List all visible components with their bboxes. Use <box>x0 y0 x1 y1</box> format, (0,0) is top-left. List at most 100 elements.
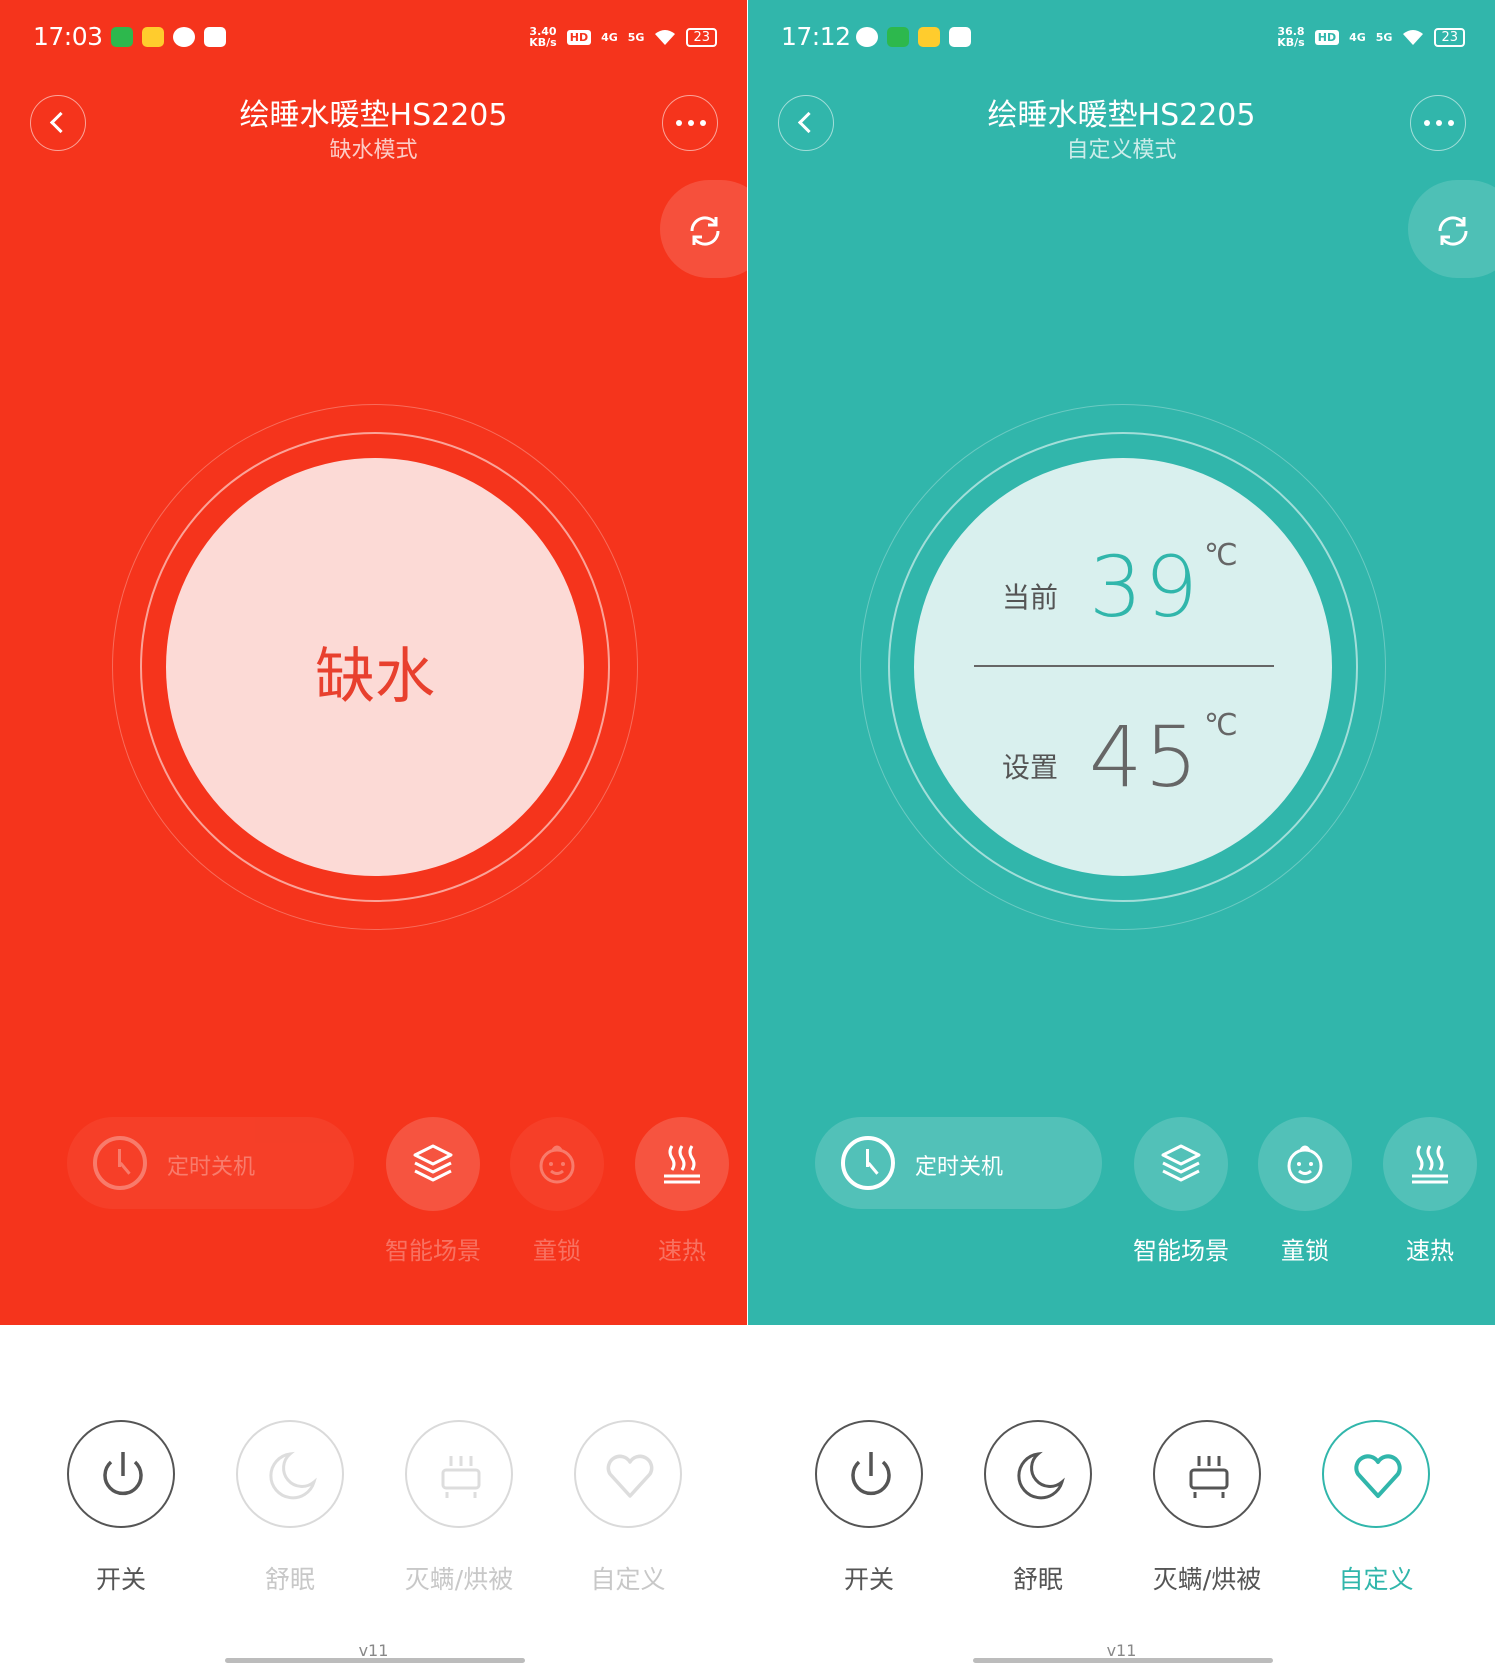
child-lock-label: 童锁 <box>533 1237 581 1265</box>
shield-icon <box>887 27 909 47</box>
timer-label: 定时关机 <box>915 1155 1004 1180</box>
signal-4g-icon: 4G <box>1349 30 1366 44</box>
wifi-icon <box>1403 30 1424 45</box>
set-label: 设置 <box>1002 751 1059 784</box>
smart-scene-button[interactable] <box>386 1117 480 1211</box>
network-speed: 3.40 KB/s <box>529 25 557 49</box>
home-indicator[interactable] <box>973 1658 1273 1663</box>
chat-icon <box>856 27 878 47</box>
mite-bake-mode-button[interactable] <box>1153 1420 1261 1528</box>
clock-icon <box>93 1136 147 1190</box>
signal-5g-icon: 5G <box>627 30 645 44</box>
mode-subtitle: 缺水模式 <box>329 138 418 163</box>
water-shortage-text: 缺水 <box>315 642 435 712</box>
battery-icon: 23 <box>686 27 717 47</box>
heart-icon <box>1354 1454 1402 1498</box>
quick-heat-button[interactable] <box>635 1117 729 1211</box>
sleep-mode-label: 舒眠 <box>264 1565 315 1594</box>
timer-label: 定时关机 <box>167 1155 256 1180</box>
hd-icon: HD <box>1314 29 1340 45</box>
current-temp-unit: ℃ <box>1204 538 1238 573</box>
smart-scene-label: 智能场景 <box>1133 1237 1229 1265</box>
more-options-button[interactable] <box>662 95 718 151</box>
water-shortage-screen: 17:03 3.40 KB/s HD 4G 5G 23 绘睡水暖垫HS2205 … <box>0 0 747 1667</box>
custom-mode-label: 自定义 <box>590 1565 666 1594</box>
notification-icons <box>111 27 226 47</box>
moon-sleep-icon <box>1017 1451 1065 1500</box>
device-title: 绘睡水暖垫HS2205 <box>987 98 1256 133</box>
home-indicator[interactable] <box>225 1658 525 1663</box>
smart-scene-button[interactable] <box>1134 1117 1228 1211</box>
signal-5g-icon: 5G <box>1375 30 1393 44</box>
more-dots-icon <box>676 120 706 126</box>
temperature-dial[interactable]: 当前 39 ℃ 设置 45 ℃ <box>914 458 1332 876</box>
child-lock-label: 童锁 <box>1281 1237 1329 1265</box>
refresh-button[interactable] <box>1408 180 1495 278</box>
heat-waves-icon <box>664 1145 700 1184</box>
child-lock-button[interactable] <box>510 1117 604 1211</box>
layers-icon <box>413 1144 453 1182</box>
current-temp-value: 39 <box>1089 538 1200 636</box>
notification-icons <box>856 27 971 47</box>
layers-icon <box>1161 1144 1201 1182</box>
more-options-button[interactable] <box>1410 95 1466 151</box>
wifi-icon <box>655 30 676 45</box>
timer-shutdown-button[interactable]: 定时关机 <box>815 1117 1102 1209</box>
mite-bake-mode-label: 灭螨/烘被 <box>404 1565 514 1594</box>
signal-4g-icon: 4G <box>601 30 618 44</box>
message-icon <box>949 27 971 47</box>
custom-mode-label: 自定义 <box>1338 1565 1414 1594</box>
sleep-mode-button[interactable] <box>236 1420 344 1528</box>
dial-divider <box>974 665 1274 667</box>
system-status-icons: 3.40 KB/s HD 4G 5G 23 <box>529 26 717 48</box>
moon-sleep-icon <box>269 1451 317 1500</box>
network-speed: 36.8 KB/s <box>1277 25 1305 49</box>
custom-mode-screen: 17:12 36.8 KB/s HD 4G 5G 23 绘睡水暖垫HS2205 … <box>748 0 1495 1667</box>
power-mode-button[interactable] <box>67 1420 175 1528</box>
sleep-mode-button[interactable] <box>984 1420 1092 1528</box>
status-time: 17:03 <box>33 22 103 51</box>
quick-heat-label: 速热 <box>1406 1237 1454 1265</box>
smart-scene-label: 智能场景 <box>385 1237 481 1265</box>
power-mode-label: 开关 <box>843 1565 894 1594</box>
heart-icon <box>606 1454 654 1498</box>
more-dots-icon <box>1424 120 1454 126</box>
quick-heat-button[interactable] <box>1383 1117 1477 1211</box>
control-area: 17:12 36.8 KB/s HD 4G 5G 23 绘睡水暖垫HS2205 … <box>748 0 1495 1325</box>
mail-icon <box>918 27 940 47</box>
mite-bake-icon <box>1189 1456 1229 1498</box>
mite-bake-mode-button[interactable] <box>405 1420 513 1528</box>
mite-bake-icon <box>441 1456 481 1498</box>
power-mode-button[interactable] <box>815 1420 923 1528</box>
power-mode-label: 开关 <box>95 1565 146 1594</box>
custom-mode-button[interactable] <box>574 1420 682 1528</box>
device-title: 绘睡水暖垫HS2205 <box>239 98 508 133</box>
chat-icon <box>173 27 195 47</box>
child-face-icon <box>539 1145 575 1184</box>
power-icon <box>851 1452 891 1496</box>
set-temp-unit: ℃ <box>1204 708 1238 743</box>
message-icon <box>204 27 226 47</box>
heat-waves-icon <box>1412 1145 1448 1184</box>
status-dial: 缺水 <box>166 458 584 876</box>
mite-bake-mode-label: 灭螨/烘被 <box>1152 1565 1262 1594</box>
mail-icon <box>142 27 164 47</box>
status-time: 17:12 <box>781 22 851 51</box>
control-area: 17:03 3.40 KB/s HD 4G 5G 23 绘睡水暖垫HS2205 … <box>0 0 747 1325</box>
custom-mode-button[interactable] <box>1322 1420 1430 1528</box>
mode-subtitle: 自定义模式 <box>1066 138 1177 163</box>
battery-icon: 23 <box>1434 27 1465 47</box>
power-icon <box>103 1452 143 1496</box>
system-status-icons: 36.8 KB/s HD 4G 5G 23 <box>1277 26 1465 48</box>
refresh-button[interactable] <box>660 180 747 278</box>
sleep-mode-label: 舒眠 <box>1012 1565 1063 1594</box>
set-temp-value: 45 <box>1089 708 1200 806</box>
quick-heat-label: 速热 <box>658 1237 706 1265</box>
child-lock-button[interactable] <box>1258 1117 1352 1211</box>
shield-icon <box>111 27 133 47</box>
hd-icon: HD <box>566 29 592 45</box>
timer-shutdown-button[interactable]: 定时关机 <box>67 1117 354 1209</box>
child-face-icon <box>1287 1145 1323 1184</box>
refresh-icon <box>1438 216 1468 246</box>
clock-icon <box>841 1136 895 1190</box>
